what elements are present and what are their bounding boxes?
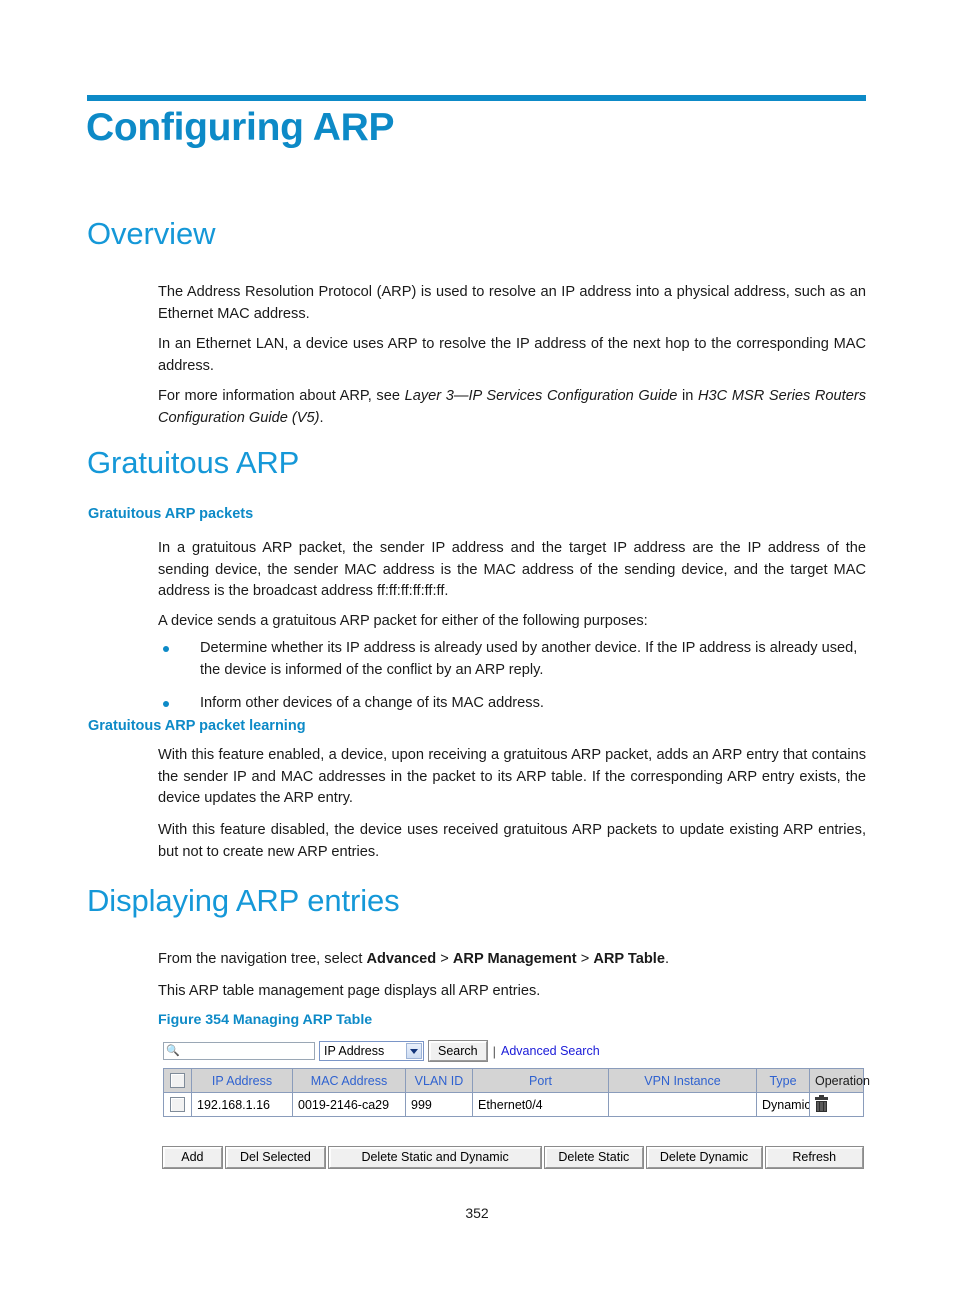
overview-paragraph-1: The Address Resolution Protocol (ARP) is… [158,284,866,322]
toolbar-separator: | [492,1043,496,1059]
list-item-label: Inform other devices of a change of its … [200,695,544,711]
del-selected-button[interactable]: Del Selected [225,1147,326,1168]
search-toolbar: 🔍 IP Address Search | Advanced Search [163,1040,863,1062]
row-checkbox[interactable] [170,1097,185,1113]
document-page: Configuring ARP Overview The Address Res… [0,0,954,1296]
cell-vpn-instance [608,1092,757,1117]
cell-type: Dynamic [756,1092,810,1117]
arp-table-header: IP Address MAC Address VLAN ID Port VPN … [163,1068,870,1093]
table-header-row: IP Address MAC Address VLAN ID Port VPN … [163,1068,870,1093]
search-input[interactable] [179,1043,313,1061]
column-header-type[interactable]: Type [756,1068,810,1093]
delete-static-button[interactable]: Delete Static [545,1147,643,1168]
page-title: Configuring ARP [86,106,395,149]
arp-table-action-bar: Add Del Selected Delete Static and Dynam… [163,1147,863,1168]
nav-item-arp-management: ARP Management [452,951,577,967]
column-header-port[interactable]: Port [472,1068,609,1093]
bullet-dot-icon [163,646,169,652]
nav-suffix: . [664,951,670,967]
nav-separator-2: > [576,951,594,967]
search-button[interactable]: Search [429,1041,487,1061]
packet-learning-paragraph-1: With this feature enabled, a device, upo… [158,747,866,806]
row-select-cell[interactable] [163,1092,192,1117]
reference-italic-1: Layer 3—IP Services Configuration Guide [404,388,678,404]
cell-vlan-id: 999 [405,1092,473,1117]
section-heading-overview: Overview [87,216,216,251]
overview-reference-paragraph: For more information about ARP, see Laye… [158,386,866,429]
delete-static-and-dynamic-button[interactable]: Delete Static and Dynamic [329,1147,542,1168]
column-header-select-all[interactable] [163,1068,192,1093]
page-number: 352 [465,1205,489,1221]
delete-dynamic-button[interactable]: Delete Dynamic [646,1147,762,1168]
column-header-mac-address[interactable]: MAC Address [292,1068,406,1093]
section-heading-displaying-arp-entries: Displaying ARP entries [87,883,400,918]
subheading-gratuitous-arp-packet-learning: Gratuitous ARP packet learning [88,718,306,734]
figure-managing-arp-table: 🔍 IP Address Search | Advanced Search IP… [163,1040,870,1168]
nav-separator-1: > [436,951,453,967]
cell-port: Ethernet0/4 [472,1092,609,1117]
search-input-wrapper[interactable]: 🔍 [163,1042,315,1061]
refresh-button[interactable]: Refresh [765,1147,863,1168]
bullet-dot-icon [163,701,169,707]
arp-table-description: This ARP table management page displays … [158,983,541,999]
overview-paragraph-2: In an Ethernet LAN, a device uses ARP to… [158,336,866,374]
add-button[interactable]: Add [163,1147,222,1168]
list-item: Inform other devices of a change of its … [158,693,866,715]
column-header-ip-address[interactable]: IP Address [191,1068,293,1093]
reference-mid: in [677,388,698,404]
title-rule [87,95,866,101]
table-row: 192.168.1.16 0019-2146-ca29 999 Ethernet… [163,1092,864,1117]
nav-prefix: From the navigation tree, select [158,951,367,967]
search-field-select[interactable]: IP Address [319,1041,424,1061]
column-header-vlan-id[interactable]: VLAN ID [405,1068,473,1093]
nav-item-advanced: Advanced [366,951,437,967]
nav-item-arp-table: ARP Table [593,951,665,967]
reference-prefix: For more information about ARP, see [158,388,405,404]
arp-table: IP Address MAC Address VLAN ID Port VPN … [163,1068,870,1117]
navigation-path-paragraph: From the navigation tree, select Advance… [158,949,866,971]
figure-caption: Figure 354 Managing ARP Table [158,1012,373,1028]
reference-suffix: . [319,409,324,426]
section-heading-gratuitous-arp: Gratuitous ARP [87,445,300,480]
list-item: Determine whether its IP address is alre… [158,638,866,681]
list-item-label: Determine whether its IP address is alre… [200,640,858,678]
gratuitous-arp-purposes-list: Determine whether its IP address is alre… [158,638,866,727]
advanced-search-link[interactable]: Advanced Search [501,1044,600,1058]
trash-icon[interactable] [815,1095,828,1113]
subheading-gratuitous-arp-packets: Gratuitous ARP packets [88,506,254,522]
packet-learning-paragraph-2: With this feature disabled, the device u… [158,822,866,860]
gratuitous-arp-purposes-lead-in: A device sends a gratuitous ARP packet f… [158,613,648,629]
search-icon: 🔍 [166,1045,180,1057]
gratuitous-arp-packets-paragraph: In a gratuitous ARP packet, the sender I… [158,540,866,599]
cell-operation[interactable] [809,1092,864,1117]
column-header-operation: Operation [809,1068,870,1093]
cell-ip-address: 192.168.1.16 [191,1092,293,1117]
select-all-checkbox[interactable] [170,1073,185,1089]
arp-table-body: 192.168.1.16 0019-2146-ca29 999 Ethernet… [163,1092,864,1117]
chevron-down-icon[interactable] [406,1043,422,1059]
column-header-vpn-instance[interactable]: VPN Instance [608,1068,757,1093]
cell-mac-address: 0019-2146-ca29 [292,1092,406,1117]
search-field-select-value: IP Address [324,1044,385,1058]
